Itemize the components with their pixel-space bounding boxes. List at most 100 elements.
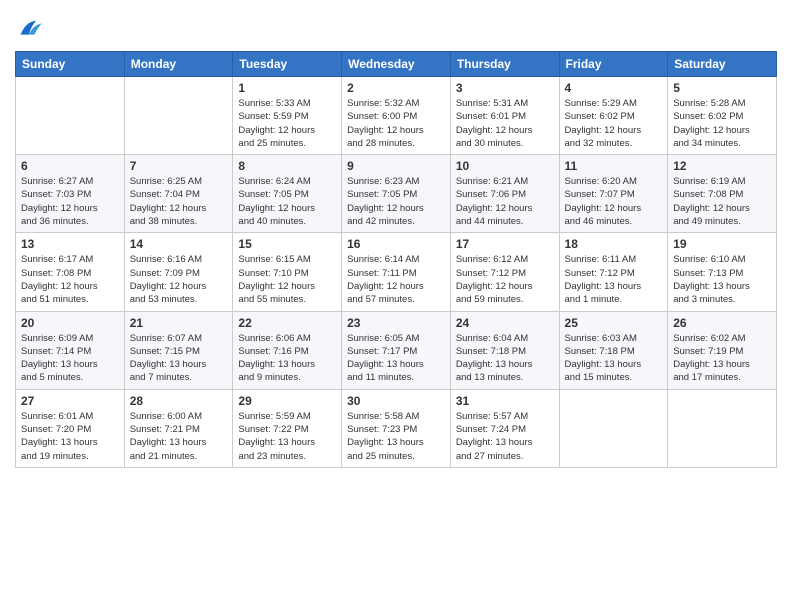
day-number: 20 (21, 316, 119, 330)
day-info: Sunrise: 5:59 AM Sunset: 7:22 PM Dayligh… (238, 410, 336, 463)
calendar-cell: 20 Sunrise: 6:09 AM Sunset: 7:14 PM Dayli… (16, 311, 125, 389)
day-info: Sunrise: 5:58 AM Sunset: 7:23 PM Dayligh… (347, 410, 445, 463)
day-number: 28 (130, 394, 228, 408)
day-info: Sunrise: 6:23 AM Sunset: 7:05 PM Dayligh… (347, 175, 445, 228)
calendar-cell: 30 Sunrise: 5:58 AM Sunset: 7:23 PM Dayli… (342, 389, 451, 467)
calendar-cell: 11Sunrise: 6:20 AM Sunset: 7:07 PM Dayli… (559, 155, 668, 233)
day-number: 7 (130, 159, 228, 173)
weekday-header: Monday (124, 52, 233, 77)
day-number: 22 (238, 316, 336, 330)
day-number: 11 (565, 159, 663, 173)
day-number: 5 (673, 81, 771, 95)
calendar-cell: 25 Sunrise: 6:03 AM Sunset: 7:18 PM Dayli… (559, 311, 668, 389)
calendar-week-row: 27 Sunrise: 6:01 AM Sunset: 7:20 PM Dayli… (16, 389, 777, 467)
day-info: Sunrise: 6:04 AM Sunset: 7:18 PM Dayligh… (456, 332, 554, 385)
calendar-cell: 15 Sunrise: 6:15 AM Sunset: 7:10 PM Dayli… (233, 233, 342, 311)
day-info: Sunrise: 5:28 AM Sunset: 6:02 PM Dayligh… (673, 97, 771, 150)
calendar-cell: 31 Sunrise: 5:57 AM Sunset: 7:24 PM Dayli… (450, 389, 559, 467)
calendar-table: SundayMondayTuesdayWednesdayThursdayFrid… (15, 51, 777, 468)
day-number: 12 (673, 159, 771, 173)
day-number: 31 (456, 394, 554, 408)
day-info: Sunrise: 5:33 AM Sunset: 5:59 PM Dayligh… (238, 97, 336, 150)
day-info: Sunrise: 6:17 AM Sunset: 7:08 PM Dayligh… (21, 253, 119, 306)
weekday-header: Wednesday (342, 52, 451, 77)
day-number: 15 (238, 237, 336, 251)
day-number: 4 (565, 81, 663, 95)
weekday-header: Saturday (668, 52, 777, 77)
day-info: Sunrise: 5:29 AM Sunset: 6:02 PM Dayligh… (565, 97, 663, 150)
calendar-cell: 13 Sunrise: 6:17 AM Sunset: 7:08 PM Dayli… (16, 233, 125, 311)
day-number: 27 (21, 394, 119, 408)
day-info: Sunrise: 5:57 AM Sunset: 7:24 PM Dayligh… (456, 410, 554, 463)
day-info: Sunrise: 6:12 AM Sunset: 7:12 PM Dayligh… (456, 253, 554, 306)
day-number: 13 (21, 237, 119, 251)
day-info: Sunrise: 6:14 AM Sunset: 7:11 PM Dayligh… (347, 253, 445, 306)
day-info: Sunrise: 6:21 AM Sunset: 7:06 PM Dayligh… (456, 175, 554, 228)
day-number: 21 (130, 316, 228, 330)
calendar-cell: 2Sunrise: 5:32 AM Sunset: 6:00 PM Daylig… (342, 77, 451, 155)
day-number: 9 (347, 159, 445, 173)
day-number: 3 (456, 81, 554, 95)
day-number: 18 (565, 237, 663, 251)
day-info: Sunrise: 6:02 AM Sunset: 7:19 PM Dayligh… (673, 332, 771, 385)
calendar-cell: 3 Sunrise: 5:31 AM Sunset: 6:01 PM Daylig… (450, 77, 559, 155)
day-number: 10 (456, 159, 554, 173)
calendar-cell: 16 Sunrise: 6:14 AM Sunset: 7:11 PM Dayli… (342, 233, 451, 311)
calendar-cell: 26 Sunrise: 6:02 AM Sunset: 7:19 PM Dayli… (668, 311, 777, 389)
calendar-cell: 27 Sunrise: 6:01 AM Sunset: 7:20 PM Dayli… (16, 389, 125, 467)
day-number: 29 (238, 394, 336, 408)
calendar-cell: 18 Sunrise: 6:11 AM Sunset: 7:12 PM Dayli… (559, 233, 668, 311)
calendar-header-row: SundayMondayTuesdayWednesdayThursdayFrid… (16, 52, 777, 77)
day-info: Sunrise: 6:05 AM Sunset: 7:17 PM Dayligh… (347, 332, 445, 385)
day-number: 16 (347, 237, 445, 251)
day-info: Sunrise: 5:32 AM Sunset: 6:00 PM Dayligh… (347, 97, 445, 150)
calendar-cell: 9 Sunrise: 6:23 AM Sunset: 7:05 PM Daylig… (342, 155, 451, 233)
day-number: 25 (565, 316, 663, 330)
day-info: Sunrise: 6:16 AM Sunset: 7:09 PM Dayligh… (130, 253, 228, 306)
day-number: 6 (21, 159, 119, 173)
calendar-cell: 14Sunrise: 6:16 AM Sunset: 7:09 PM Dayli… (124, 233, 233, 311)
day-info: Sunrise: 6:15 AM Sunset: 7:10 PM Dayligh… (238, 253, 336, 306)
calendar-cell (559, 389, 668, 467)
calendar-cell: 4 Sunrise: 5:29 AM Sunset: 6:02 PM Daylig… (559, 77, 668, 155)
calendar-cell: 6Sunrise: 6:27 AM Sunset: 7:03 PM Daylig… (16, 155, 125, 233)
calendar-cell: 21 Sunrise: 6:07 AM Sunset: 7:15 PM Dayli… (124, 311, 233, 389)
logo-icon (15, 15, 43, 43)
day-info: Sunrise: 6:19 AM Sunset: 7:08 PM Dayligh… (673, 175, 771, 228)
day-number: 23 (347, 316, 445, 330)
day-number: 26 (673, 316, 771, 330)
calendar-cell: 10 Sunrise: 6:21 AM Sunset: 7:06 PM Dayli… (450, 155, 559, 233)
calendar-week-row: 6Sunrise: 6:27 AM Sunset: 7:03 PM Daylig… (16, 155, 777, 233)
weekday-header: Thursday (450, 52, 559, 77)
logo (15, 15, 47, 43)
day-number: 1 (238, 81, 336, 95)
weekday-header: Sunday (16, 52, 125, 77)
calendar-cell: 24 Sunrise: 6:04 AM Sunset: 7:18 PM Dayli… (450, 311, 559, 389)
calendar-cell (124, 77, 233, 155)
day-info: Sunrise: 6:00 AM Sunset: 7:21 PM Dayligh… (130, 410, 228, 463)
day-info: Sunrise: 5:31 AM Sunset: 6:01 PM Dayligh… (456, 97, 554, 150)
day-number: 19 (673, 237, 771, 251)
day-info: Sunrise: 6:06 AM Sunset: 7:16 PM Dayligh… (238, 332, 336, 385)
day-info: Sunrise: 6:01 AM Sunset: 7:20 PM Dayligh… (21, 410, 119, 463)
calendar-week-row: 1 Sunrise: 5:33 AM Sunset: 5:59 PM Daylig… (16, 77, 777, 155)
page-header (15, 15, 777, 43)
day-number: 8 (238, 159, 336, 173)
day-info: Sunrise: 6:07 AM Sunset: 7:15 PM Dayligh… (130, 332, 228, 385)
day-info: Sunrise: 6:03 AM Sunset: 7:18 PM Dayligh… (565, 332, 663, 385)
day-number: 24 (456, 316, 554, 330)
day-info: Sunrise: 6:25 AM Sunset: 7:04 PM Dayligh… (130, 175, 228, 228)
weekday-header: Friday (559, 52, 668, 77)
calendar-cell: 12 Sunrise: 6:19 AM Sunset: 7:08 PM Dayli… (668, 155, 777, 233)
day-info: Sunrise: 6:09 AM Sunset: 7:14 PM Dayligh… (21, 332, 119, 385)
calendar-week-row: 20 Sunrise: 6:09 AM Sunset: 7:14 PM Dayli… (16, 311, 777, 389)
calendar-cell: 29 Sunrise: 5:59 AM Sunset: 7:22 PM Dayli… (233, 389, 342, 467)
calendar-cell (16, 77, 125, 155)
calendar-week-row: 13 Sunrise: 6:17 AM Sunset: 7:08 PM Dayli… (16, 233, 777, 311)
calendar-cell: 1 Sunrise: 5:33 AM Sunset: 5:59 PM Daylig… (233, 77, 342, 155)
calendar-cell: 19 Sunrise: 6:10 AM Sunset: 7:13 PM Dayli… (668, 233, 777, 311)
day-number: 30 (347, 394, 445, 408)
weekday-header: Tuesday (233, 52, 342, 77)
day-info: Sunrise: 6:10 AM Sunset: 7:13 PM Dayligh… (673, 253, 771, 306)
day-info: Sunrise: 6:11 AM Sunset: 7:12 PM Dayligh… (565, 253, 663, 306)
